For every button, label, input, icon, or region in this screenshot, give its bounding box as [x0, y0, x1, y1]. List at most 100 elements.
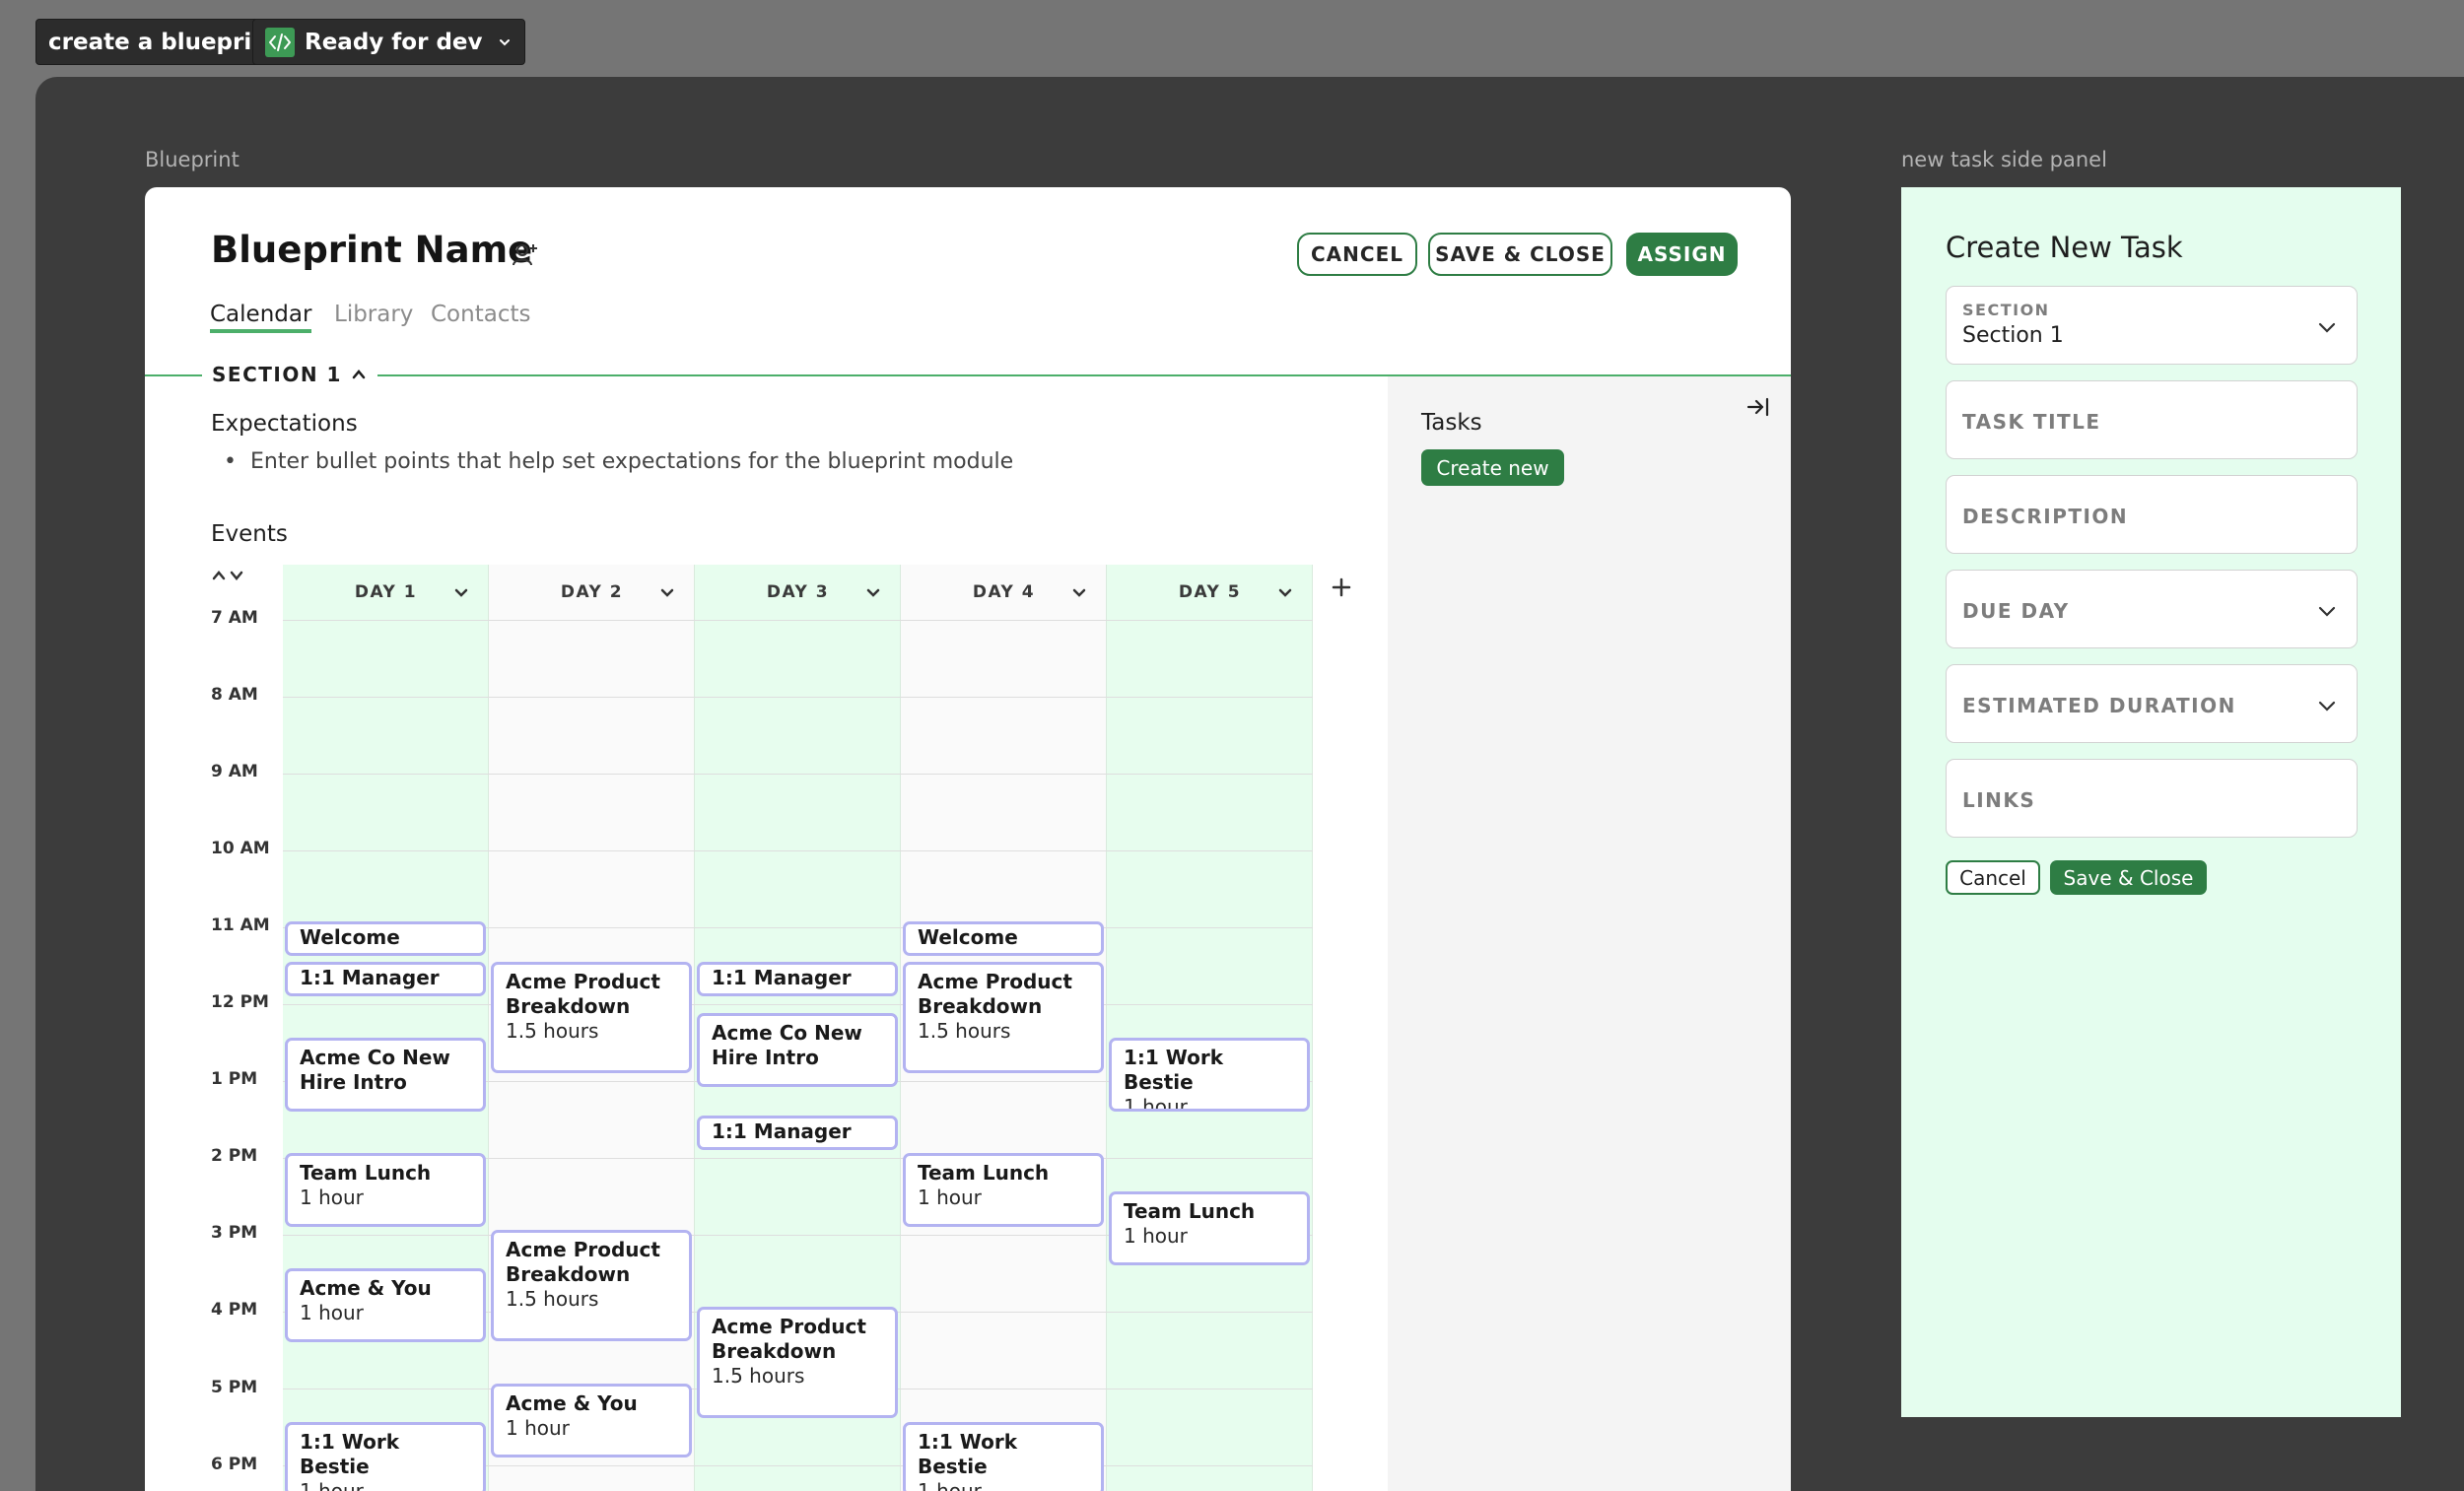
chevron-down-icon[interactable] [1070, 583, 1088, 601]
hour-line [283, 1004, 1313, 1005]
calendar-grid: DAY 1 DAY 2 DAY 3 DAY 4 DAY 5 Welcome 1:… [283, 565, 1313, 1491]
event-title: Acme Co New Hire Intro [712, 1021, 862, 1069]
frame-label-blueprint: Blueprint [145, 148, 240, 171]
event-card[interactable]: 1:1 Work Bestie 1 hour [285, 1422, 486, 1491]
add-person-icon[interactable] [512, 240, 539, 268]
events-title: Events [211, 521, 288, 547]
tasks-sidebar: Tasks Create new [1388, 376, 1791, 1491]
bullet-icon: • [224, 449, 250, 474]
section-select[interactable]: SECTION Section 1 [1946, 286, 2358, 365]
event-duration: 1.5 hours [506, 1287, 599, 1311]
event-card[interactable]: Acme Product Breakdown 1.5 hours [697, 1307, 898, 1418]
chevron-down-icon[interactable] [658, 583, 676, 601]
create-new-task-button[interactable]: Create new [1421, 449, 1564, 486]
event-duration: 1.5 hours [712, 1364, 805, 1388]
event-card[interactable]: 1:1 Manager [697, 1116, 898, 1150]
event-title: 1:1 Work Bestie [300, 1430, 400, 1478]
panel-save-close-button[interactable]: Save & Close [2050, 860, 2207, 895]
event-title: 1:1 Manager [712, 966, 852, 989]
links-field[interactable]: LINKS [1946, 759, 2358, 838]
event-card[interactable]: Acme Product Breakdown 1.5 hours [903, 962, 1104, 1073]
assign-button[interactable]: ASSIGN [1626, 233, 1738, 276]
estimated-duration-placeholder: ESTIMATED DURATION [1962, 694, 2236, 717]
event-card[interactable]: Acme Product Breakdown 1.5 hours [491, 962, 692, 1073]
page-title: Blueprint Name [211, 229, 533, 271]
event-title: Acme Product Breakdown [506, 970, 660, 1018]
hour-line [283, 850, 1313, 851]
time-label: 8 AM [211, 685, 258, 705]
chevron-down-icon[interactable] [864, 583, 882, 601]
event-title: Team Lunch [300, 1161, 432, 1185]
tab-calendar[interactable]: Calendar [210, 302, 311, 327]
description-placeholder: DESCRIPTION [1962, 505, 2129, 528]
hour-line [283, 620, 1313, 621]
time-label: 10 AM [211, 839, 270, 858]
event-title: Acme Product Breakdown [918, 970, 1072, 1018]
event-duration: 1 hour [918, 1479, 982, 1491]
cancel-button[interactable]: CANCEL [1297, 233, 1417, 276]
status-chip[interactable]: Ready for dev [252, 19, 525, 65]
panel-title: Create New Task [1946, 231, 2183, 264]
time-label: 4 PM [211, 1300, 258, 1320]
event-card[interactable]: Team Lunch 1 hour [903, 1153, 1104, 1227]
event-card[interactable]: Acme Product Breakdown 1.5 hours [491, 1230, 692, 1341]
hour-line [283, 697, 1313, 698]
event-duration: 1 hour [300, 1301, 364, 1324]
panel-cancel-button[interactable]: Cancel [1946, 860, 2040, 895]
section-field-label: SECTION [1962, 301, 2050, 319]
day-header-label: DAY 2 [560, 582, 624, 602]
day-header-label: DAY 4 [972, 582, 1036, 602]
code-icon [265, 27, 295, 57]
event-card[interactable]: Team Lunch 1 hour [285, 1153, 486, 1227]
day-column[interactable]: DAY 1 [283, 565, 489, 1491]
time-label: 12 PM [211, 992, 269, 1012]
event-title: Acme Product Breakdown [506, 1238, 660, 1286]
event-duration: 1 hour [918, 1186, 982, 1209]
add-day-icon[interactable] [1330, 576, 1353, 599]
event-card[interactable]: Acme & You 1 hour [285, 1268, 486, 1342]
section-header[interactable]: SECTION 1 [202, 363, 377, 386]
save-close-button[interactable]: SAVE & CLOSE [1428, 233, 1612, 276]
frame-label-side-panel: new task side panel [1901, 148, 2107, 171]
event-duration: 1 hour [506, 1416, 570, 1440]
event-card[interactable]: Acme Co New Hire Intro [697, 1013, 898, 1087]
time-label: 7 AM [211, 608, 258, 628]
hour-line [283, 774, 1313, 775]
event-title: Acme Co New Hire Intro [300, 1046, 450, 1094]
sort-arrows-icon[interactable] [210, 567, 259, 584]
event-card[interactable]: Acme Co New Hire Intro [285, 1038, 486, 1112]
chevron-down-icon[interactable] [452, 583, 470, 601]
event-title: Acme & You [300, 1276, 432, 1300]
frame-name: create a blueprint [48, 29, 279, 55]
time-label: 5 PM [211, 1378, 258, 1397]
event-card[interactable]: Welcome [285, 921, 486, 956]
time-label: 9 AM [211, 762, 258, 781]
event-title: Team Lunch [1124, 1199, 1256, 1223]
description-field[interactable]: DESCRIPTION [1946, 475, 2358, 554]
due-day-select[interactable]: DUE DAY [1946, 570, 2358, 648]
blueprint-card: Blueprint Name CANCEL SAVE & CLOSE ASSIG… [145, 187, 1791, 1491]
task-title-placeholder: TASK TITLE [1962, 410, 2101, 434]
chevron-down-icon [2318, 322, 2336, 333]
tab-contacts[interactable]: Contacts [431, 302, 530, 327]
day-header-label: DAY 1 [354, 582, 418, 602]
event-card[interactable]: 1:1 Work Bestie 1 hour [903, 1422, 1104, 1491]
active-tab-indicator [210, 329, 311, 333]
event-card[interactable]: Team Lunch 1 hour [1109, 1191, 1310, 1265]
day-column[interactable]: DAY 5 [1107, 565, 1313, 1491]
task-title-field[interactable]: TASK TITLE [1946, 380, 2358, 459]
event-card[interactable]: Welcome [903, 921, 1104, 956]
tab-library[interactable]: Library [334, 302, 413, 327]
event-card[interactable]: 1:1 Manager [285, 962, 486, 996]
chevron-down-icon[interactable] [1276, 583, 1294, 601]
event-card[interactable]: Acme & You 1 hour [491, 1384, 692, 1457]
event-card[interactable]: 1:1 Manager [697, 962, 898, 996]
time-label: 2 PM [211, 1146, 258, 1166]
event-duration: 1 hour [1124, 1224, 1188, 1248]
event-card[interactable]: 1:1 Work Bestie 1 hour [1109, 1038, 1310, 1112]
estimated-duration-select[interactable]: ESTIMATED DURATION [1946, 664, 2358, 743]
collapse-panel-icon[interactable] [1745, 394, 1771, 420]
expectations-bullet[interactable]: • Enter bullet points that help set expe… [224, 449, 1013, 474]
event-duration: 1.5 hours [918, 1019, 1011, 1043]
chevron-up-icon[interactable] [350, 366, 368, 383]
